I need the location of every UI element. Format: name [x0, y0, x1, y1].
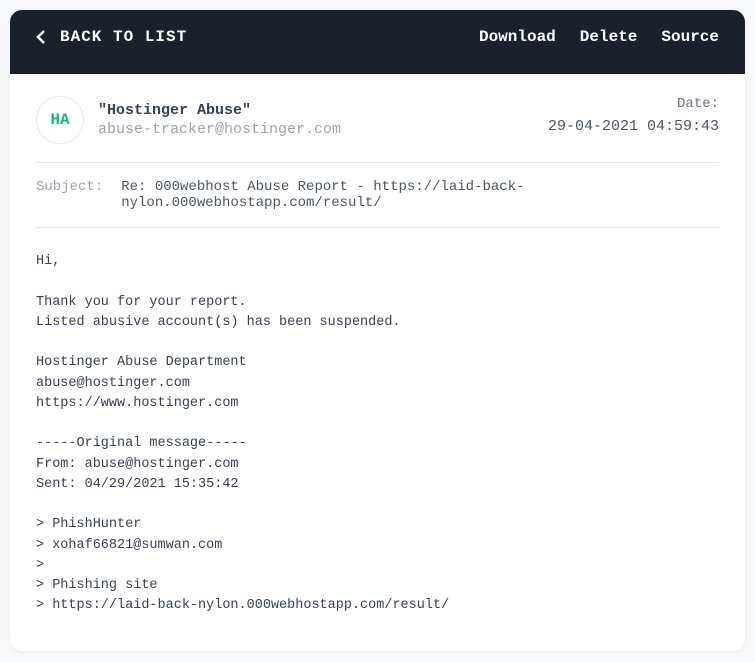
from-text: "Hostinger Abuse" abuse-tracker@hostinge…	[98, 102, 341, 138]
date-value: 29-04-2021 04:59:43	[548, 118, 719, 135]
email-body: Hi, Thank you for your report. Listed ab…	[36, 252, 719, 617]
date-group: Date: 29-04-2021 04:59:43	[548, 96, 719, 135]
back-label: BACK TO LIST	[60, 28, 187, 46]
header-bar: BACK TO LIST Download Delete Source	[10, 10, 745, 74]
meta-section: HA "Hostinger Abuse" abuse-tracker@hosti…	[10, 74, 745, 228]
avatar: HA	[36, 96, 84, 144]
subject-value: Re: 000webhost Abuse Report - https://la…	[121, 179, 719, 211]
email-card: BACK TO LIST Download Delete Source HA "…	[10, 10, 745, 651]
subject-row: Subject: Re: 000webhost Abuse Report - h…	[36, 163, 719, 228]
subject-label: Subject:	[36, 179, 103, 195]
date-label: Date:	[548, 96, 719, 112]
from-email: abuse-tracker@hostinger.com	[98, 121, 341, 138]
download-button[interactable]: Download	[479, 28, 556, 46]
delete-button[interactable]: Delete	[580, 28, 638, 46]
from-name: "Hostinger Abuse"	[98, 102, 341, 119]
chevron-left-icon	[36, 29, 46, 45]
header-actions: Download Delete Source	[479, 28, 719, 46]
from-date-row: HA "Hostinger Abuse" abuse-tracker@hosti…	[36, 96, 719, 163]
body-section: Hi, Thank you for your report. Listed ab…	[10, 228, 745, 651]
back-to-list-button[interactable]: BACK TO LIST	[36, 28, 187, 46]
source-button[interactable]: Source	[661, 28, 719, 46]
from-group: HA "Hostinger Abuse" abuse-tracker@hosti…	[36, 96, 341, 144]
